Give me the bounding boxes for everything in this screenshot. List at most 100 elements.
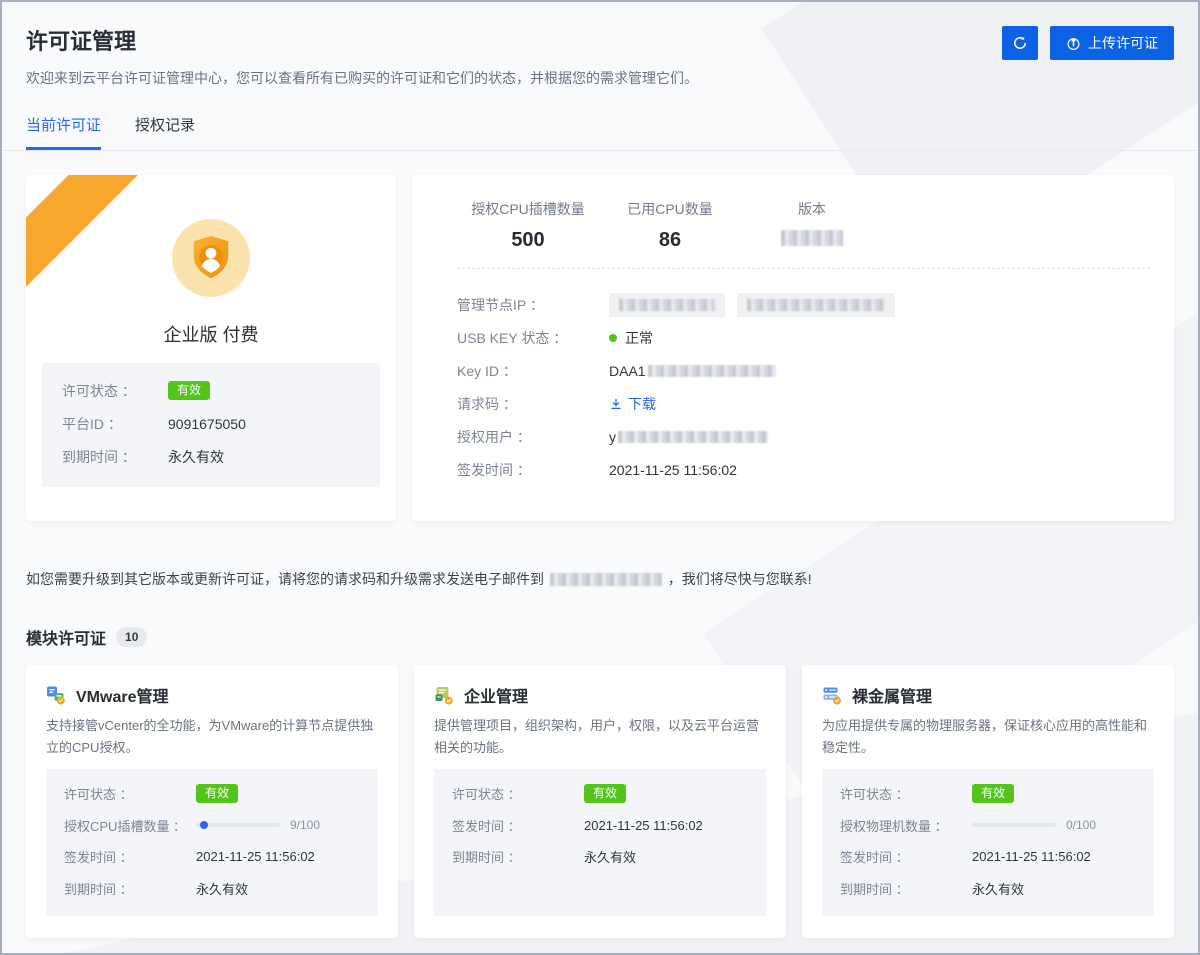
stat-label: 版本 xyxy=(741,199,883,219)
field-label: 授权CPU插槽数量 ： xyxy=(64,816,196,835)
usb-key-status-row: USB KEY 状态 ： 正常 xyxy=(457,326,1150,350)
tab-bar: 当前许可证 授权记录 xyxy=(2,114,1198,151)
stat-version: 版本 xyxy=(741,199,883,252)
field-label: 到期时间 ： xyxy=(62,447,168,467)
section-title: 模块许可证 xyxy=(26,625,106,649)
shield-user-icon xyxy=(188,234,234,282)
divider xyxy=(457,268,1150,269)
license-status-row: 许可状态 ： 有效 xyxy=(840,783,1136,804)
field-label: 到期时间 ： xyxy=(840,879,972,898)
page-subtitle: 欢迎来到云平台许可证管理中心，您可以查看所有已购买的许可证和它们的状态，并根据您… xyxy=(26,68,698,88)
page-header: 许可证管理 欢迎来到云平台许可证管理中心，您可以查看所有已购买的许可证和它们的状… xyxy=(2,2,1198,88)
issue-time-row: 签发时间 ： 2021-11-25 11:56:02 xyxy=(457,458,1150,482)
expire-time-row: 到期时间 ： 永久有效 xyxy=(452,846,748,867)
stats-row: 授权CPU插槽数量 500 已用CPU数量 86 版本 xyxy=(457,199,1150,252)
stat-value: 500 xyxy=(457,229,599,252)
module-description: 为应用提供专属的物理服务器，保证核心应用的高性能和稳定性。 xyxy=(822,715,1154,759)
field-label: 签发时间 ： xyxy=(452,816,584,835)
status-badge: 有效 xyxy=(168,381,210,400)
issue-time-value: 2021-11-25 11:56:02 xyxy=(196,849,315,864)
license-overview: 企业版 付费 许可状态 ： 有效 平台ID ： 9091675050 到期时间 … xyxy=(26,175,1174,521)
field-label: 许可状态 ： xyxy=(64,784,196,803)
status-dot-icon xyxy=(609,334,617,342)
module-cards: VMware管理 支持接管vCenter的全功能，为VMware的计算节点提供独… xyxy=(26,665,1174,938)
field-label: 许可状态 ： xyxy=(840,784,972,803)
field-label: 签发时间 ： xyxy=(840,847,972,866)
masked-value xyxy=(648,365,776,377)
tab-authorization-records[interactable]: 授权记录 xyxy=(135,114,195,150)
masked-value xyxy=(618,431,768,443)
field-label: 授权物理机数量 ： xyxy=(840,816,972,835)
module-card-vmware: VMware管理 支持接管vCenter的全功能，为VMware的计算节点提供独… xyxy=(26,665,398,938)
upgrade-note-text: ，我们将尽快与您联系! xyxy=(668,571,812,587)
expire-time-value: 永久有效 xyxy=(196,879,248,898)
key-id-row: Key ID ： DAA1 xyxy=(457,359,1150,383)
status-badge: 有效 xyxy=(196,784,238,803)
enterprise-module-icon xyxy=(434,685,454,705)
progress-track xyxy=(972,823,1056,827)
progress-track xyxy=(196,823,280,827)
module-count-badge: 10 xyxy=(116,627,147,647)
quota-text: 0/100 xyxy=(1066,818,1096,832)
stat-value-masked xyxy=(741,229,883,252)
download-link-label: 下载 xyxy=(628,394,656,414)
field-label: 许可状态 ： xyxy=(62,381,168,401)
field-label: 授权用户 ： xyxy=(457,427,609,447)
module-card-enterprise: 企业管理 提供管理项目，组织架构，用户，权限，以及云平台运营相关的功能。 许可状… xyxy=(414,665,786,938)
issue-time-value: 2021-11-25 11:56:02 xyxy=(609,462,737,478)
authorized-user-prefix: y xyxy=(609,429,616,445)
module-card-baremetal: 裸金属管理 为应用提供专属的物理服务器，保证核心应用的高性能和稳定性。 许可状态… xyxy=(802,665,1174,938)
field-label: 许可状态 ： xyxy=(452,784,584,803)
expire-time-value: 永久有效 xyxy=(168,447,224,467)
issue-time-row: 签发时间 ： 2021-11-25 11:56:02 xyxy=(64,846,360,867)
node-ip-row: 管理节点IP ： xyxy=(457,293,1150,317)
quota-text: 9/100 xyxy=(290,818,320,832)
upload-button-label: 上传许可证 xyxy=(1088,33,1158,53)
stat-label: 已用CPU数量 xyxy=(599,199,741,219)
progress-dot xyxy=(200,821,208,829)
quota-row: 授权物理机数量 ： 0/100 xyxy=(840,815,1136,836)
quota-row: 授权CPU插槽数量 ： 9/100 xyxy=(64,815,360,836)
field-label: 到期时间 ： xyxy=(64,879,196,898)
platform-id-row: 平台ID ： 9091675050 xyxy=(62,413,360,434)
expire-time-value: 永久有效 xyxy=(972,879,1024,898)
issue-time-row: 签发时间 ： 2021-11-25 11:56:02 xyxy=(452,815,748,836)
module-name: 企业管理 xyxy=(464,683,528,707)
license-management-page: 许可证管理 欢迎来到云平台许可证管理中心，您可以查看所有已购买的许可证和它们的状… xyxy=(0,0,1200,955)
platform-id-value: 9091675050 xyxy=(168,416,246,432)
baremetal-module-icon xyxy=(822,685,842,705)
field-label: 平台ID ： xyxy=(62,414,168,434)
issue-time-row: 签发时间 ： 2021-11-25 11:56:02 xyxy=(840,846,1136,867)
refresh-icon xyxy=(1012,35,1028,51)
quota-progress: 0/100 xyxy=(972,818,1096,832)
module-description: 支持接管vCenter的全功能，为VMware的计算节点提供独立的CPU授权。 xyxy=(46,715,378,759)
page-title: 许可证管理 xyxy=(26,24,698,56)
field-label: 签发时间 ： xyxy=(64,847,196,866)
module-name: VMware管理 xyxy=(76,683,168,707)
status-badge: 有效 xyxy=(584,784,626,803)
field-label: 签发时间 ： xyxy=(457,460,609,480)
expire-time-row: 到期时间 ： 永久有效 xyxy=(64,878,360,899)
download-icon xyxy=(609,397,623,411)
stat-value: 86 xyxy=(599,229,741,252)
module-name: 裸金属管理 xyxy=(852,683,932,707)
license-status-panel: 许可状态 ： 有效 平台ID ： 9091675050 到期时间 ： 永久有效 xyxy=(42,363,380,487)
field-label: 到期时间 ： xyxy=(452,847,584,866)
upgrade-note: 如您需要升级到其它版本或更新许可证，请将您的请求码和升级需求发送电子邮件到 ，我… xyxy=(26,569,1174,589)
upload-icon xyxy=(1066,36,1081,51)
toolbar: 上传许可证 xyxy=(1002,26,1174,60)
quota-progress: 9/100 xyxy=(196,818,320,832)
node-ip-chip xyxy=(609,293,725,317)
request-code-row: 请求码 ： 下载 xyxy=(457,392,1150,416)
refresh-button[interactable] xyxy=(1002,26,1038,60)
expire-time-row: 到期时间 ： 永久有效 xyxy=(62,446,360,467)
module-description: 提供管理项目，组织架构，用户，权限，以及云平台运营相关的功能。 xyxy=(434,715,766,759)
license-status-row: 许可状态 ： 有效 xyxy=(64,783,360,804)
vmware-module-icon xyxy=(46,685,66,705)
corner-ribbon xyxy=(26,175,138,287)
license-badge xyxy=(172,219,250,297)
upload-license-button[interactable]: 上传许可证 xyxy=(1050,26,1174,60)
tab-current-license[interactable]: 当前许可证 xyxy=(26,114,101,150)
upgrade-note-text: 如您需要升级到其它版本或更新许可证，请将您的请求码和升级需求发送电子邮件到 xyxy=(26,571,544,587)
download-request-code-link[interactable]: 下载 xyxy=(609,394,656,414)
